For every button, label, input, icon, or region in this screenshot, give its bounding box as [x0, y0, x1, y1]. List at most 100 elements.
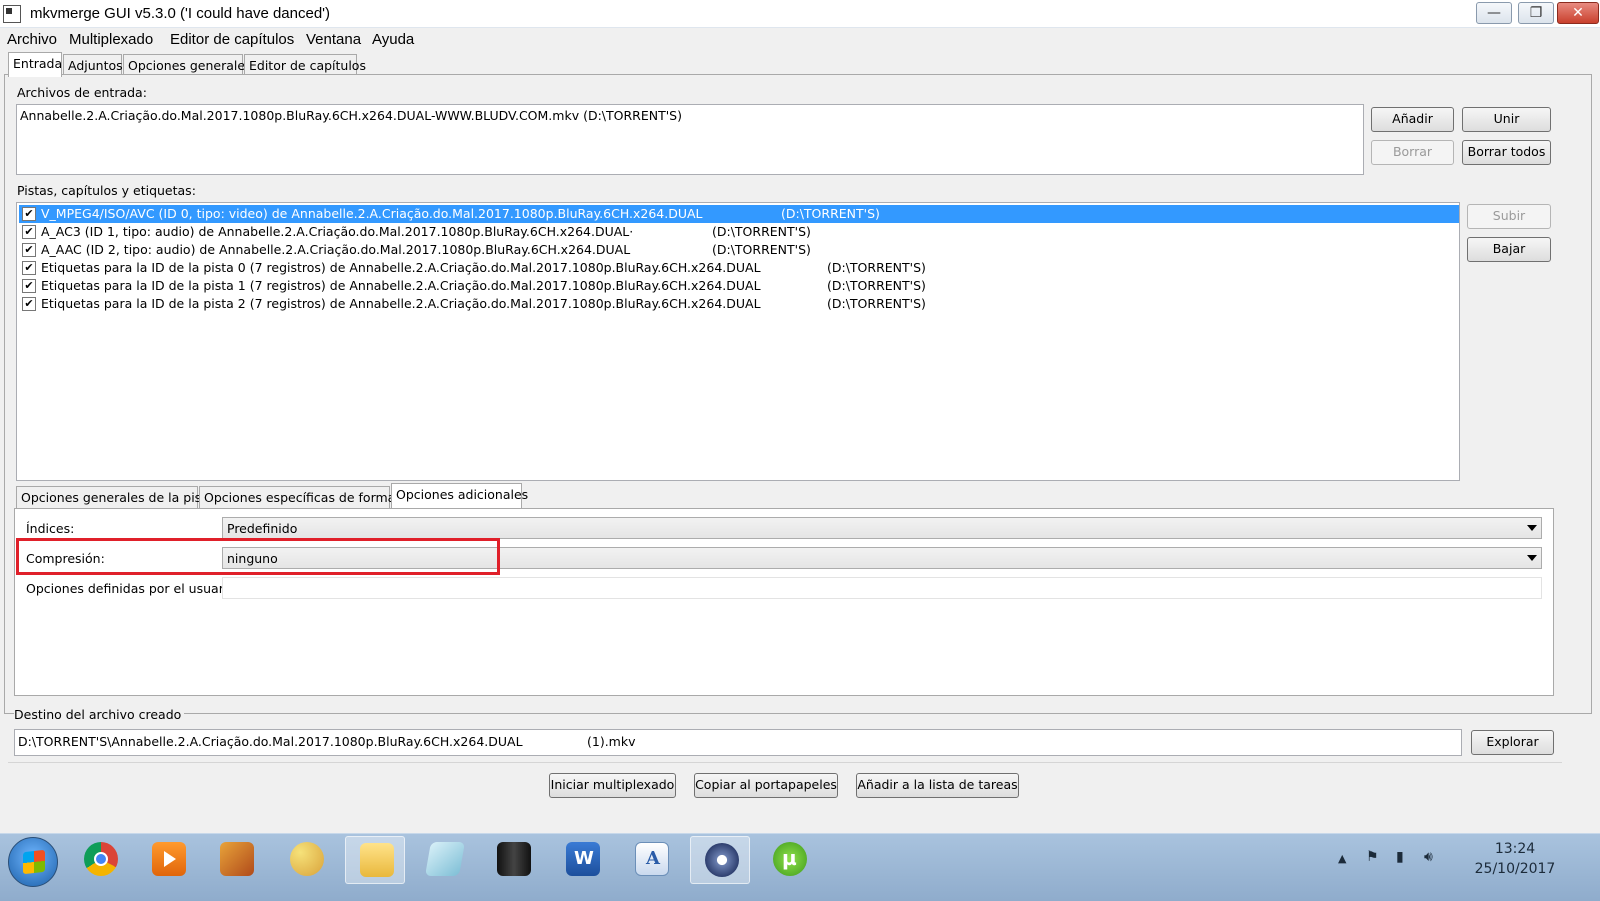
cues-value: Predefinido — [227, 521, 298, 536]
windows-logo-icon — [23, 849, 45, 875]
user-options-label: Opciones definidas por el usuario: — [26, 581, 240, 596]
chrome-icon — [84, 842, 118, 876]
cues-select[interactable]: Predefinido — [222, 517, 1542, 539]
tracks-list[interactable]: ✔ V_MPEG4/ISO/AVC (ID 0, tipo: video) de… — [16, 202, 1460, 481]
menu-ventana[interactable]: Ventana — [306, 31, 361, 48]
track-name: A_AC3 (ID 1, tipo: audio) de Annabelle.2… — [41, 224, 634, 239]
track-row[interactable]: ✔ A_AAC (ID 2, tipo: audio) de Annabelle… — [19, 241, 1459, 259]
track-path: (D:\TORRENT'S) — [827, 296, 926, 311]
subtab-format-specific[interactable]: Opciones específicas de formato — [199, 486, 408, 508]
title-bar: mkvmerge GUI v5.3.0 ('I could have dance… — [0, 0, 1600, 28]
input-files-label: Archivos de entrada: — [17, 85, 147, 100]
subtab-general-track[interactable]: Opciones generales de la pista — [16, 486, 214, 508]
utorrent-icon: µ — [773, 842, 807, 876]
action-center-flag-icon[interactable]: ⚑ — [1366, 849, 1379, 865]
taskbar-file-explorer[interactable] — [345, 836, 405, 884]
taskbar-chrome[interactable] — [70, 836, 130, 884]
track-path: (D:\TORRENT'S) — [781, 206, 880, 221]
browse-button[interactable]: Explorar — [1471, 730, 1554, 755]
notepad-icon — [425, 842, 465, 876]
remove-button[interactable]: Borrar — [1371, 140, 1454, 165]
tab-opciones-generales[interactable]: Opciones generales — [123, 54, 252, 76]
clock-date: 25/10/2017 — [1474, 861, 1556, 877]
tab-entrada[interactable]: Entrada — [8, 52, 62, 77]
wordpad-icon: A — [635, 842, 669, 876]
track-path: (D:\TORRENT'S) — [712, 224, 811, 239]
destination-input[interactable]: D:\TORRENT'S\Annabelle.2.A.Criação.do.Ma… — [14, 729, 1462, 756]
checkbox[interactable]: ✔ — [22, 207, 36, 221]
add-to-queue-button[interactable]: Añadir a la lista de tareas — [856, 773, 1019, 798]
taskbar-ps3[interactable] — [483, 836, 543, 884]
destination-label: Destino del archivo creado — [14, 707, 185, 722]
taskbar: W A µ ▲ ⚑ ▮ 🔊︎ 13:24 25/10/2017 — [0, 833, 1600, 901]
taskbar-video-editor[interactable] — [206, 836, 266, 884]
track-path: (D:\TORRENT'S) — [827, 278, 926, 293]
checkbox[interactable]: ✔ — [22, 297, 36, 311]
track-row[interactable]: ✔ Etiquetas para la ID de la pista 1 (7 … — [19, 277, 1459, 295]
chevron-down-icon — [1527, 555, 1537, 561]
checkbox[interactable]: ✔ — [22, 243, 36, 257]
ps3-icon — [497, 842, 531, 876]
track-name: Etiquetas para la ID de la pista 2 (7 re… — [41, 296, 761, 311]
input-file-item[interactable]: Annabelle.2.A.Criação.do.Mal.2017.1080p.… — [20, 108, 682, 123]
mkvtoolnix-icon — [705, 843, 739, 877]
network-icon[interactable]: ▮ — [1396, 849, 1404, 865]
media-player-icon — [152, 842, 186, 876]
copy-clipboard-button[interactable]: Copiar al portapapeles — [694, 773, 838, 798]
subtab-additional[interactable]: Opciones adicionales — [391, 483, 528, 508]
menu-ayuda[interactable]: Ayuda — [372, 31, 414, 48]
checkbox[interactable]: ✔ — [22, 279, 36, 293]
tracks-label: Pistas, capítulos y etiquetas: — [17, 183, 196, 198]
file-explorer-icon — [360, 843, 394, 877]
highlight-box — [16, 538, 500, 575]
move-down-button[interactable]: Bajar — [1467, 237, 1551, 262]
volume-icon[interactable]: 🔊︎ — [1424, 849, 1433, 865]
track-name: A_AAC (ID 2, tipo: audio) de Annabelle.2… — [41, 242, 631, 257]
menu-archivo[interactable]: Archivo — [7, 31, 57, 48]
taskbar-word[interactable]: W — [552, 836, 612, 884]
track-name: V_MPEG4/ISO/AVC (ID 0, tipo: video) de A… — [41, 206, 703, 221]
tab-adjuntos[interactable]: Adjuntos — [63, 54, 123, 76]
tray-arrow-icon[interactable]: ▲ — [1338, 852, 1346, 865]
paint-icon — [290, 842, 324, 876]
menu-editor-capitulos[interactable]: Editor de capítulos — [170, 31, 294, 48]
maximize-button[interactable]: ❐ — [1518, 2, 1554, 24]
taskbar-mkvtoolnix[interactable] — [690, 836, 750, 884]
track-row[interactable]: ✔ Etiquetas para la ID de la pista 0 (7 … — [19, 259, 1459, 277]
append-button[interactable]: Unir — [1462, 107, 1551, 132]
menu-bar: Archivo Multiplexado Editor de capítulos… — [0, 29, 1600, 51]
word-icon: W — [566, 842, 600, 876]
add-button[interactable]: Añadir — [1371, 107, 1454, 132]
checkbox[interactable]: ✔ — [22, 225, 36, 239]
app-icon — [3, 5, 21, 23]
track-name: Etiquetas para la ID de la pista 1 (7 re… — [41, 278, 761, 293]
minimize-button[interactable]: — — [1476, 2, 1512, 24]
video-editor-icon — [220, 842, 254, 876]
taskbar-notepad[interactable] — [414, 836, 474, 884]
clock-time: 13:24 — [1494, 841, 1536, 857]
taskbar-media-player[interactable] — [138, 836, 198, 884]
destination-suffix: (1).mkv — [587, 734, 636, 749]
checkbox[interactable]: ✔ — [22, 261, 36, 275]
track-name: Etiquetas para la ID de la pista 0 (7 re… — [41, 260, 761, 275]
start-button[interactable] — [8, 837, 58, 887]
track-row[interactable]: ✔ V_MPEG4/ISO/AVC (ID 0, tipo: video) de… — [19, 205, 1459, 223]
window-title: mkvmerge GUI v5.3.0 ('I could have dance… — [30, 5, 331, 22]
chevron-down-icon — [1527, 525, 1537, 531]
input-files-list[interactable]: Annabelle.2.A.Criação.do.Mal.2017.1080p.… — [16, 104, 1364, 175]
clock[interactable]: 13:24 25/10/2017 — [1470, 839, 1560, 879]
track-row[interactable]: ✔ A_AC3 (ID 1, tipo: audio) de Annabelle… — [19, 223, 1459, 241]
destination-path: D:\TORRENT'S\Annabelle.2.A.Criação.do.Ma… — [18, 734, 523, 749]
taskbar-utorrent[interactable]: µ — [759, 836, 819, 884]
cues-label: Índices: — [26, 521, 75, 536]
tab-editor-capitulos[interactable]: Editor de capítulos — [244, 54, 366, 76]
user-options-input[interactable] — [222, 577, 1542, 599]
taskbar-paint[interactable] — [276, 836, 336, 884]
menu-multiplexado[interactable]: Multiplexado — [69, 31, 153, 48]
start-muxing-button[interactable]: Iniciar multiplexado — [549, 773, 676, 798]
close-button[interactable]: ✕ — [1557, 2, 1599, 24]
move-up-button[interactable]: Subir — [1467, 204, 1551, 229]
track-row[interactable]: ✔ Etiquetas para la ID de la pista 2 (7 … — [19, 295, 1459, 313]
remove-all-button[interactable]: Borrar todos — [1462, 140, 1551, 165]
taskbar-wordpad[interactable]: A — [621, 836, 681, 884]
